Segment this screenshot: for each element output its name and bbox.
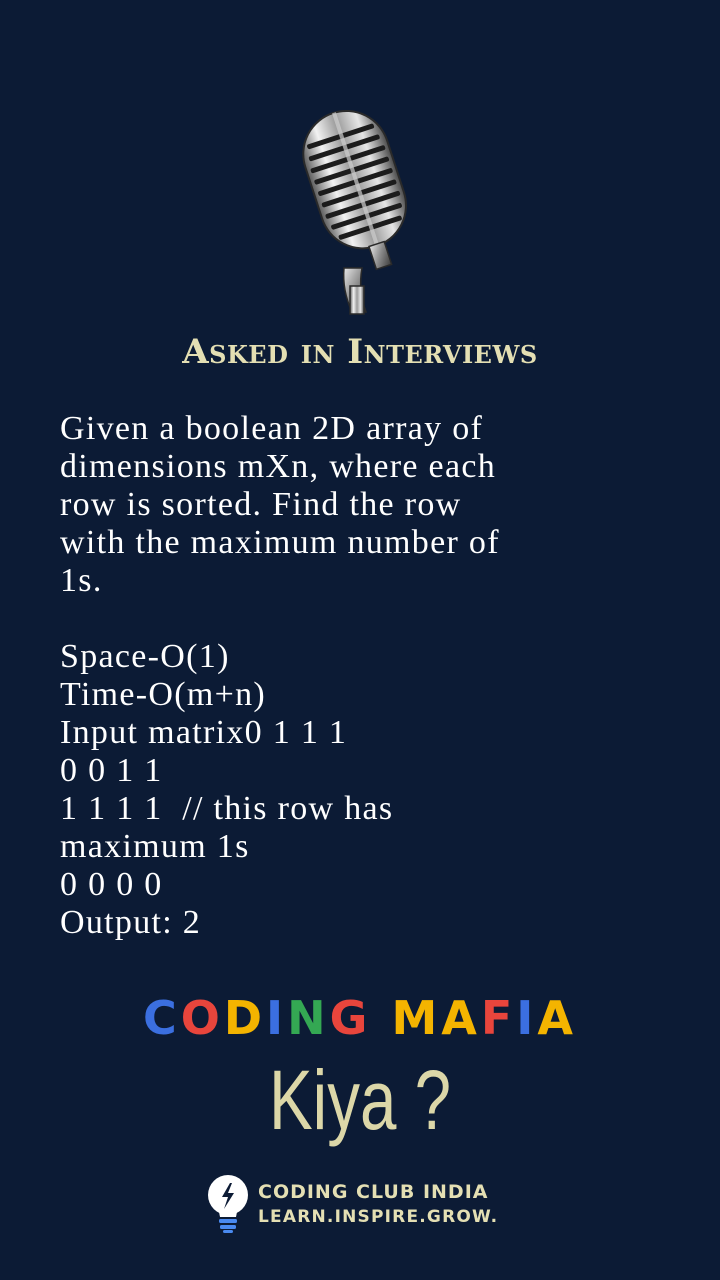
output-line: Output: 2: [60, 904, 202, 941]
input-matrix-line: 0 0 0 0: [60, 866, 163, 903]
tagline: Kiya ?: [268, 1053, 452, 1147]
brand-letter: [371, 990, 391, 1046]
lightbulb-icon: [208, 1175, 248, 1233]
brand-letter: I: [266, 991, 288, 1045]
page-heading: Asked in Interviews: [182, 332, 538, 372]
question-line: Given a boolean 2D array of: [60, 410, 484, 447]
brand-letter: A: [537, 991, 578, 1045]
input-matrix-line: 0 0 1 1: [60, 752, 163, 789]
brand-letter: N: [287, 991, 330, 1045]
brand-letter: G: [329, 991, 372, 1045]
brand-letter: A: [441, 991, 481, 1045]
club-name: CODING CLUB INDIA: [258, 1181, 489, 1203]
brand-letter: F: [480, 991, 517, 1045]
space-complexity: Space-O(1): [60, 638, 230, 675]
question-line: with the maximum number of: [60, 524, 500, 561]
brand-letter: D: [223, 991, 267, 1045]
input-matrix-line: 1 1 1 1 // this row has: [60, 790, 394, 827]
brand-letter: I: [516, 991, 538, 1045]
question-line: dimensions mXn, where each: [60, 448, 497, 485]
brand-letter: O: [180, 991, 224, 1045]
question-line: row is sorted. Find the row: [60, 486, 462, 523]
input-matrix-line: Input matrix0 1 1 1: [60, 714, 348, 751]
brand-letter: C: [142, 991, 181, 1045]
input-matrix-line: maximum 1s: [60, 828, 250, 865]
club-text: CODING CLUB INDIA LEARN.INSPIRE.GROW.: [258, 1179, 498, 1229]
brand-letter: M: [391, 991, 442, 1045]
microphone-icon: [302, 109, 407, 315]
club-motto: LEARN.INSPIRE.GROW.: [258, 1207, 499, 1227]
brand-title: CODING MAFIA: [0, 990, 720, 1046]
question-line: 1s.: [60, 562, 103, 599]
club-logo: CODING CLUB INDIA LEARN.INSPIRE.GROW.: [204, 1172, 498, 1236]
time-complexity: Time-O(m+n): [60, 676, 266, 713]
question-text: Given a boolean 2D array of dimensions m…: [60, 410, 690, 942]
